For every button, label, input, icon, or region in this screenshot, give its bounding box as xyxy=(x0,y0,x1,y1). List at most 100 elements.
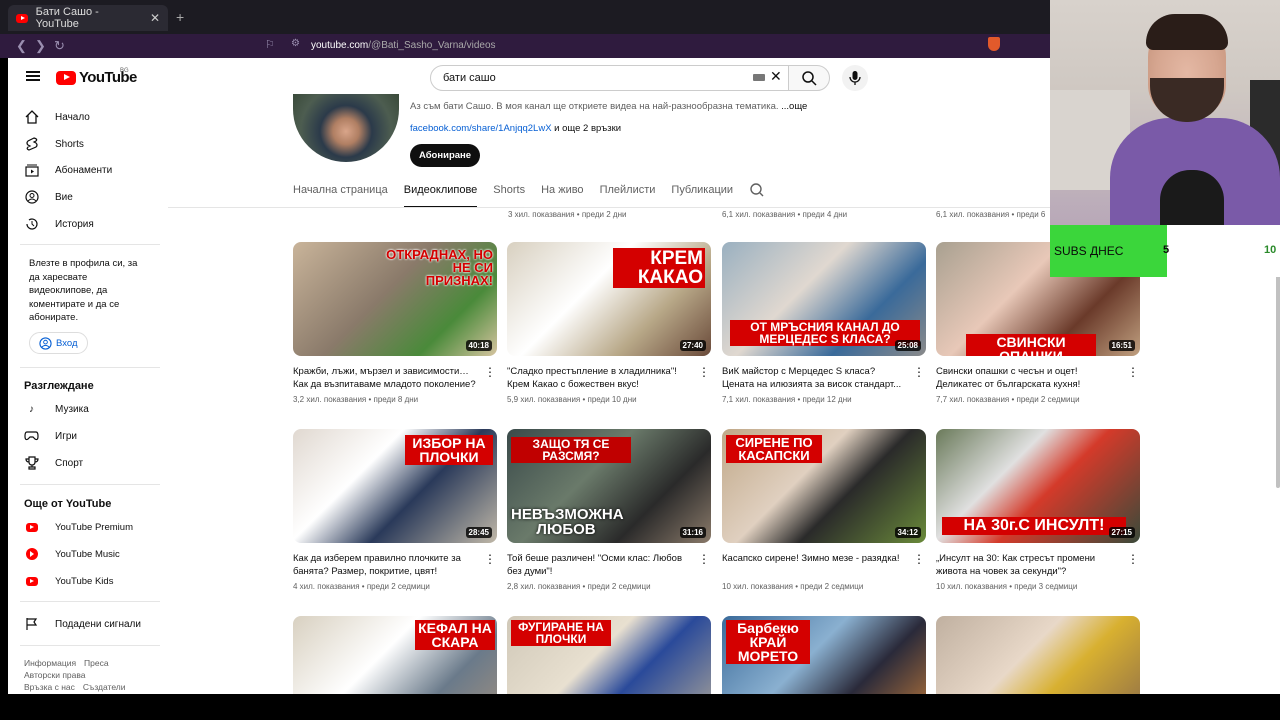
url-field[interactable]: youtube.com/@Bati_Sasho_Varna/videos xyxy=(311,40,496,51)
video-card[interactable]: Барбекю КРАЙ МОРЕТО xyxy=(722,616,926,694)
youtube-premium-icon xyxy=(24,520,39,535)
browser-tab[interactable]: Бати Сашо - YouTube ✕ xyxy=(8,5,168,31)
clear-search-icon[interactable]: ✕ xyxy=(770,68,782,85)
more-actions-icon[interactable]: ⋮ xyxy=(484,553,496,565)
video-card[interactable]: СИРЕНЕ ПО КАСАПСКИ 34:12 Касапско сирене! … xyxy=(722,429,926,591)
sidebar-item-you[interactable]: Вие xyxy=(24,187,73,207)
reload-icon[interactable]: ↻ xyxy=(54,38,65,54)
more-actions-icon[interactable]: ⋮ xyxy=(484,366,496,378)
sidebar-item-premium[interactable]: YouTube Premium xyxy=(24,517,133,537)
sidebar-item-music[interactable]: ♪ Музика xyxy=(24,399,89,419)
footer-link-contact[interactable]: Връзка с нас xyxy=(24,682,75,692)
video-title[interactable]: Касапско сирене! Зимно мезе - разядка! xyxy=(722,552,907,578)
browser-address-bar: ❮ ❯ ↻ ⚐ ⚙ youtube.com/@Bati_Sasho_Varna/… xyxy=(0,34,1050,58)
voice-search-button[interactable] xyxy=(842,65,868,91)
video-thumbnail[interactable]: ОТ МРЪСНИЯ КАНАЛ ДО МЕРЦЕДЕС S КЛАСА? 25:… xyxy=(722,242,926,356)
video-title[interactable]: Как да изберем правилно плочките за баня… xyxy=(293,552,478,578)
video-title[interactable]: Той беше различен! "Осми клас: Любов без… xyxy=(507,552,692,578)
new-tab-icon[interactable]: + xyxy=(176,9,184,25)
sidebar-item-subscriptions[interactable]: Абонаменти xyxy=(24,160,112,180)
video-thumbnail[interactable]: ЗАЩО ТЯ СЕ РАЗСМЯ? НЕВЪЗМОЖНА ЛЮБОВ 31:16 xyxy=(507,429,711,543)
tab-videos[interactable]: Видеоклипове xyxy=(403,184,478,208)
bookmark-icon[interactable]: ⚐ xyxy=(265,38,275,51)
more-actions-icon[interactable]: ⋮ xyxy=(698,553,710,565)
video-card[interactable] xyxy=(936,616,1140,694)
video-card[interactable]: ФУГИРАНЕ НА ПЛОЧКИ xyxy=(507,616,711,694)
video-meta: 5,9 хил. показвания • преди 10 дни xyxy=(507,395,637,404)
footer-link-copyright[interactable]: Авторски права xyxy=(24,670,86,680)
video-title[interactable]: "Сладко престъпление в хладилника"! Крем… xyxy=(507,365,692,391)
sidebar-divider xyxy=(20,645,160,646)
video-thumbnail[interactable]: КРЕМ КАКАО 27:40 xyxy=(507,242,711,356)
brave-shield-icon[interactable] xyxy=(988,37,1000,51)
video-meta: 3 хил. показвания • преди 2 дни xyxy=(508,210,627,219)
subscriptions-icon xyxy=(24,163,39,178)
subscribe-button[interactable]: Абониране xyxy=(410,144,480,167)
video-duration: 40:18 xyxy=(465,340,492,351)
more-actions-icon[interactable]: ⋮ xyxy=(1127,366,1139,378)
video-thumbnail[interactable]: НА 30г.С ИНСУЛТ! 27:15 xyxy=(936,429,1140,543)
video-card[interactable]: КРЕМ КАКАО 27:40 "Сладко престъпление в хл… xyxy=(507,242,711,404)
more-actions-icon[interactable]: ⋮ xyxy=(698,366,710,378)
sidebar-item-history[interactable]: История xyxy=(24,214,94,234)
tab-posts[interactable]: Публикации xyxy=(671,184,733,208)
history-icon xyxy=(24,217,39,232)
more-actions-icon[interactable]: ⋮ xyxy=(913,553,925,565)
video-thumbnail[interactable]: ОТКРАДНАХ, НО НЕ СИ ПРИЗНАХ! 40:18 xyxy=(293,242,497,356)
video-thumbnail[interactable]: Барбекю КРАЙ МОРЕТО xyxy=(722,616,926,694)
sidebar-item-kids[interactable]: YouTube Kids xyxy=(24,571,113,591)
close-tab-icon[interactable]: ✕ xyxy=(150,11,160,25)
footer-link-creators[interactable]: Създатели xyxy=(83,682,126,692)
keyboard-icon[interactable] xyxy=(753,74,765,81)
forward-icon[interactable]: ❯ xyxy=(35,38,46,54)
site-settings-icon[interactable]: ⚙ xyxy=(291,38,300,49)
youtube-kids-icon xyxy=(24,574,39,589)
channel-avatar[interactable] xyxy=(293,94,399,162)
tab-live[interactable]: На живо xyxy=(541,184,583,208)
home-icon xyxy=(24,110,39,125)
back-icon[interactable]: ❮ xyxy=(16,38,27,54)
video-card[interactable]: НА 30г.С ИНСУЛТ! 27:15 „Инсулт на 30: Как … xyxy=(936,429,1140,591)
tab-shorts[interactable]: Shorts xyxy=(493,184,525,208)
sidebar-item-reports[interactable]: Подадени сигнали xyxy=(24,614,141,634)
video-title[interactable]: Кражби, лъжи, мързел и зависимости… Как … xyxy=(293,365,478,391)
tab-playlists[interactable]: Плейлисти xyxy=(600,184,656,208)
sidebar-item-games[interactable]: Игри xyxy=(24,426,77,446)
video-card[interactable]: ОТКРАДНАХ, НО НЕ СИ ПРИЗНАХ! 40:18 Кражби,… xyxy=(293,242,497,404)
video-title[interactable]: „Инсулт на 30: Как стресът промени живот… xyxy=(936,552,1121,578)
footer-link-about[interactable]: Информация xyxy=(24,658,76,668)
video-card[interactable]: ИЗБОР НА ПЛОЧКИ 28:45 Как да изберем прави… xyxy=(293,429,497,591)
channel-links[interactable]: facebook.com/share/1Anjqq2LwX и още 2 вр… xyxy=(410,123,621,134)
sidebar-item-music-app[interactable]: YouTube Music xyxy=(24,544,120,564)
menu-icon[interactable] xyxy=(26,71,40,81)
footer-link-press[interactable]: Преса xyxy=(84,658,109,668)
more-actions-icon[interactable]: ⋮ xyxy=(1127,553,1139,565)
thumbnail-text: ОТ МРЪСНИЯ КАНАЛ ДО МЕРЦЕДЕС S КЛАСА? xyxy=(730,320,920,346)
video-thumbnail[interactable] xyxy=(936,616,1140,694)
games-icon xyxy=(24,429,39,444)
video-thumbnail[interactable]: СИРЕНЕ ПО КАСАПСКИ 34:12 xyxy=(722,429,926,543)
channel-description[interactable]: Аз съм бати Сашо. В моя канал ще откриет… xyxy=(410,101,807,112)
video-meta: 3,2 хил. показвания • преди 8 дни xyxy=(293,395,419,404)
signin-button[interactable]: Вход xyxy=(29,332,88,354)
channel-search-icon[interactable] xyxy=(749,182,765,208)
video-thumbnail[interactable]: ИЗБОР НА ПЛОЧКИ 28:45 xyxy=(293,429,497,543)
youtube-favicon-icon xyxy=(16,13,28,23)
video-card[interactable]: ОТ МРЪСНИЯ КАНАЛ ДО МЕРЦЕДЕС S КЛАСА? 25:… xyxy=(722,242,926,404)
video-title[interactable]: Свински опашки с чесън и оцет! Деликатес… xyxy=(936,365,1121,391)
search-button[interactable] xyxy=(788,65,830,91)
video-card[interactable]: ЗАЩО ТЯ СЕ РАЗСМЯ? НЕВЪЗМОЖНА ЛЮБОВ 31:16 Т… xyxy=(507,429,711,591)
more-actions-icon[interactable]: ⋮ xyxy=(913,366,925,378)
video-thumbnail[interactable]: ФУГИРАНЕ НА ПЛОЧКИ xyxy=(507,616,711,694)
thumbnail-text: ФУГИРАНЕ НА ПЛОЧКИ xyxy=(511,620,611,646)
search-input[interactable]: бати сашо xyxy=(430,65,790,91)
sidebar-item-home[interactable]: Начало xyxy=(24,107,90,127)
sidebar-item-shorts[interactable]: Shorts xyxy=(24,134,84,154)
search-icon xyxy=(802,71,817,86)
tab-home[interactable]: Начална страница xyxy=(293,184,388,208)
sidebar-item-sport[interactable]: Спорт xyxy=(24,453,83,473)
video-card[interactable]: КЕФАЛ НА СКАРА xyxy=(293,616,497,694)
video-title[interactable]: ВиК майстор с Мерцедес S класа? Цената н… xyxy=(722,365,907,391)
browser-tab-title: Бати Сашо - YouTube xyxy=(35,6,99,30)
video-thumbnail[interactable]: КЕФАЛ НА СКАРА xyxy=(293,616,497,694)
